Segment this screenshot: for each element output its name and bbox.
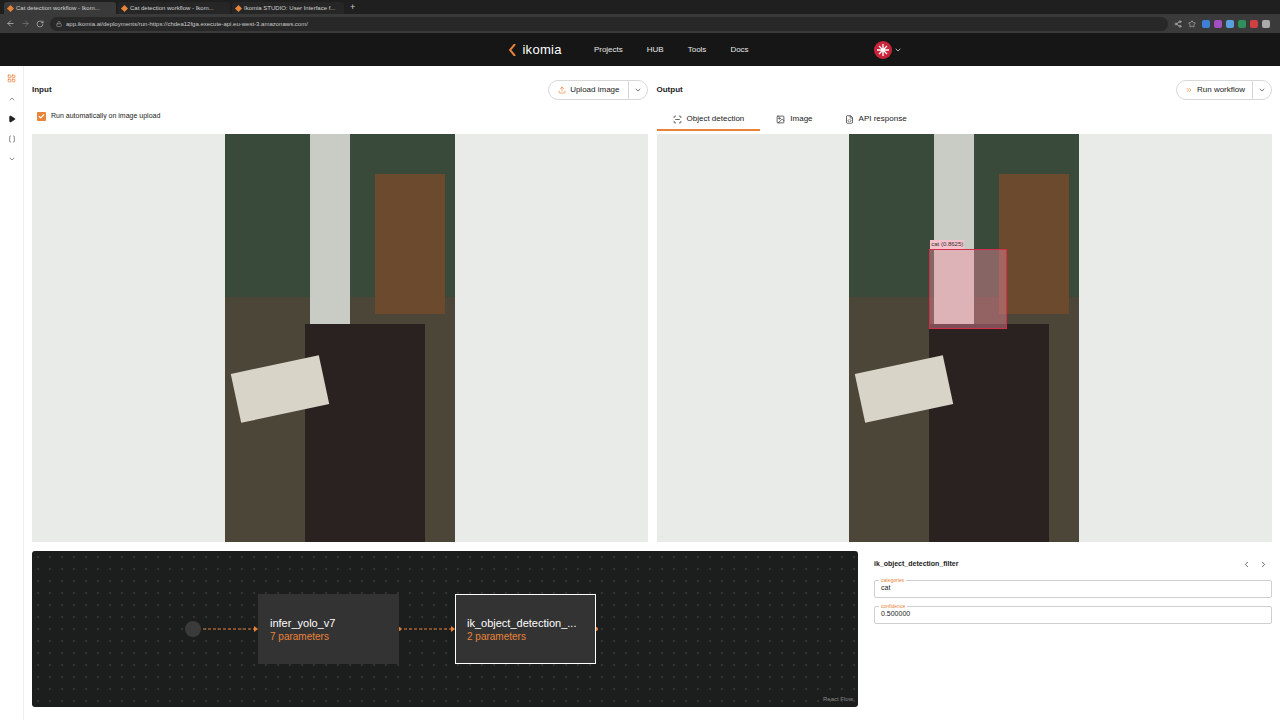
auto-run-checkbox[interactable] xyxy=(37,112,46,121)
play-icon[interactable] xyxy=(8,115,16,123)
run-workflow-button[interactable]: Run workflow xyxy=(1176,80,1272,100)
graph-edges xyxy=(32,551,858,707)
share-icon[interactable] xyxy=(1174,20,1182,28)
start-node[interactable] xyxy=(185,621,201,637)
back-icon[interactable] xyxy=(6,19,15,28)
run-icon xyxy=(1185,86,1193,94)
input-image-panel xyxy=(32,134,648,542)
input-title: Input xyxy=(32,84,52,96)
detection-box: cat (0.8625) xyxy=(929,249,1007,329)
avatar-icon xyxy=(874,41,892,59)
output-photo: cat (0.8625) xyxy=(849,134,1079,542)
nav-item[interactable]: Docs xyxy=(722,44,756,56)
browser-tab-strip: Cat detection workflow - Ikom...Cat dete… xyxy=(0,0,1280,14)
field-value: cat xyxy=(881,583,890,594)
extension-icon[interactable] xyxy=(1214,20,1222,28)
output-image-panel: cat (0.8625) xyxy=(657,134,1273,542)
extension-icon[interactable] xyxy=(1262,20,1270,28)
left-sidebar xyxy=(0,66,24,720)
tab-icon xyxy=(776,115,785,124)
workflow-node[interactable]: ik_object_detection_...2 parameters xyxy=(455,594,596,664)
app-nav: ikomia Projects HUB Tools Docs xyxy=(0,33,1280,66)
forward-icon[interactable] xyxy=(21,19,30,28)
next-icon[interactable] xyxy=(1259,560,1268,569)
browser-tab[interactable]: Cat detection workflow - Ikom... xyxy=(4,2,116,14)
favicon-icon xyxy=(235,4,242,11)
screen: Cat detection workflow - Ikom...Cat dete… xyxy=(0,0,1280,720)
nav-item[interactable]: Tools xyxy=(680,44,715,56)
expand-icon[interactable] xyxy=(8,155,16,163)
favicon-icon xyxy=(7,4,14,11)
field-label: categories xyxy=(879,576,906,584)
extension-icon[interactable] xyxy=(1250,20,1258,28)
check-icon xyxy=(38,113,45,120)
grid-icon[interactable] xyxy=(7,74,16,83)
react-flow-attribution[interactable]: React Flow xyxy=(823,695,853,704)
browser-tab[interactable]: Cat detection workflow - Ikom... xyxy=(118,2,230,14)
chevron-down-icon xyxy=(894,46,902,54)
lock-icon xyxy=(56,21,62,27)
parameter-field[interactable]: categoriescat xyxy=(874,580,1272,598)
field-value: 0.500000 xyxy=(881,609,910,620)
tab-icon xyxy=(845,115,854,124)
dropdown-icon xyxy=(1258,86,1266,94)
upload-icon xyxy=(558,86,566,94)
auto-run-label: Run automatically on image upload xyxy=(51,111,160,122)
output-tab[interactable]: API response xyxy=(829,109,923,131)
parameters-panel: ik_object_detection_filtercategoriescatc… xyxy=(866,551,1272,713)
field-label: confidence xyxy=(879,602,907,610)
parameters-title: ik_object_detection_filter xyxy=(874,559,958,570)
collapse-icon[interactable] xyxy=(8,95,16,103)
output-title: Output xyxy=(657,84,683,96)
input-photo xyxy=(225,134,455,542)
output-tab[interactable]: Image xyxy=(760,109,828,131)
extension-icon[interactable] xyxy=(1226,20,1234,28)
detection-label: cat (0.8625) xyxy=(930,240,964,249)
extension-icon[interactable] xyxy=(1202,20,1210,28)
logo[interactable]: ikomia xyxy=(509,40,578,60)
parameter-field[interactable]: confidence0.500000 xyxy=(874,606,1272,624)
previous-icon[interactable] xyxy=(1242,560,1251,569)
extension-icon[interactable] xyxy=(1238,20,1246,28)
workflow-node[interactable]: infer_yolo_v77 parameters xyxy=(258,594,399,664)
new-tab-button[interactable]: + xyxy=(346,3,359,14)
nav-item[interactable]: HUB xyxy=(639,44,672,56)
dropdown-icon xyxy=(634,86,642,94)
favicon-icon xyxy=(121,4,128,11)
braces-icon[interactable] xyxy=(8,135,16,143)
reload-icon[interactable] xyxy=(36,20,44,28)
ikomia-logo-icon xyxy=(509,44,519,56)
user-menu[interactable] xyxy=(874,41,902,59)
workflow-graph[interactable]: infer_yolo_v77 parameters ik_object_detec… xyxy=(32,551,858,707)
nav-item[interactable]: Projects xyxy=(586,44,631,56)
upload-button[interactable]: Upload image xyxy=(548,80,647,100)
tab-icon xyxy=(673,115,682,124)
url-field[interactable]: app.ikomia.ai/deployments/run-https://ch… xyxy=(50,17,1168,31)
bookmark-icon[interactable] xyxy=(1188,20,1196,28)
output-tab[interactable]: Object detection xyxy=(657,109,761,131)
browser-tab[interactable]: Ikomia STUDIO: User Interface f... xyxy=(232,2,344,14)
address-bar: app.ikomia.ai/deployments/run-https://ch… xyxy=(0,14,1280,33)
